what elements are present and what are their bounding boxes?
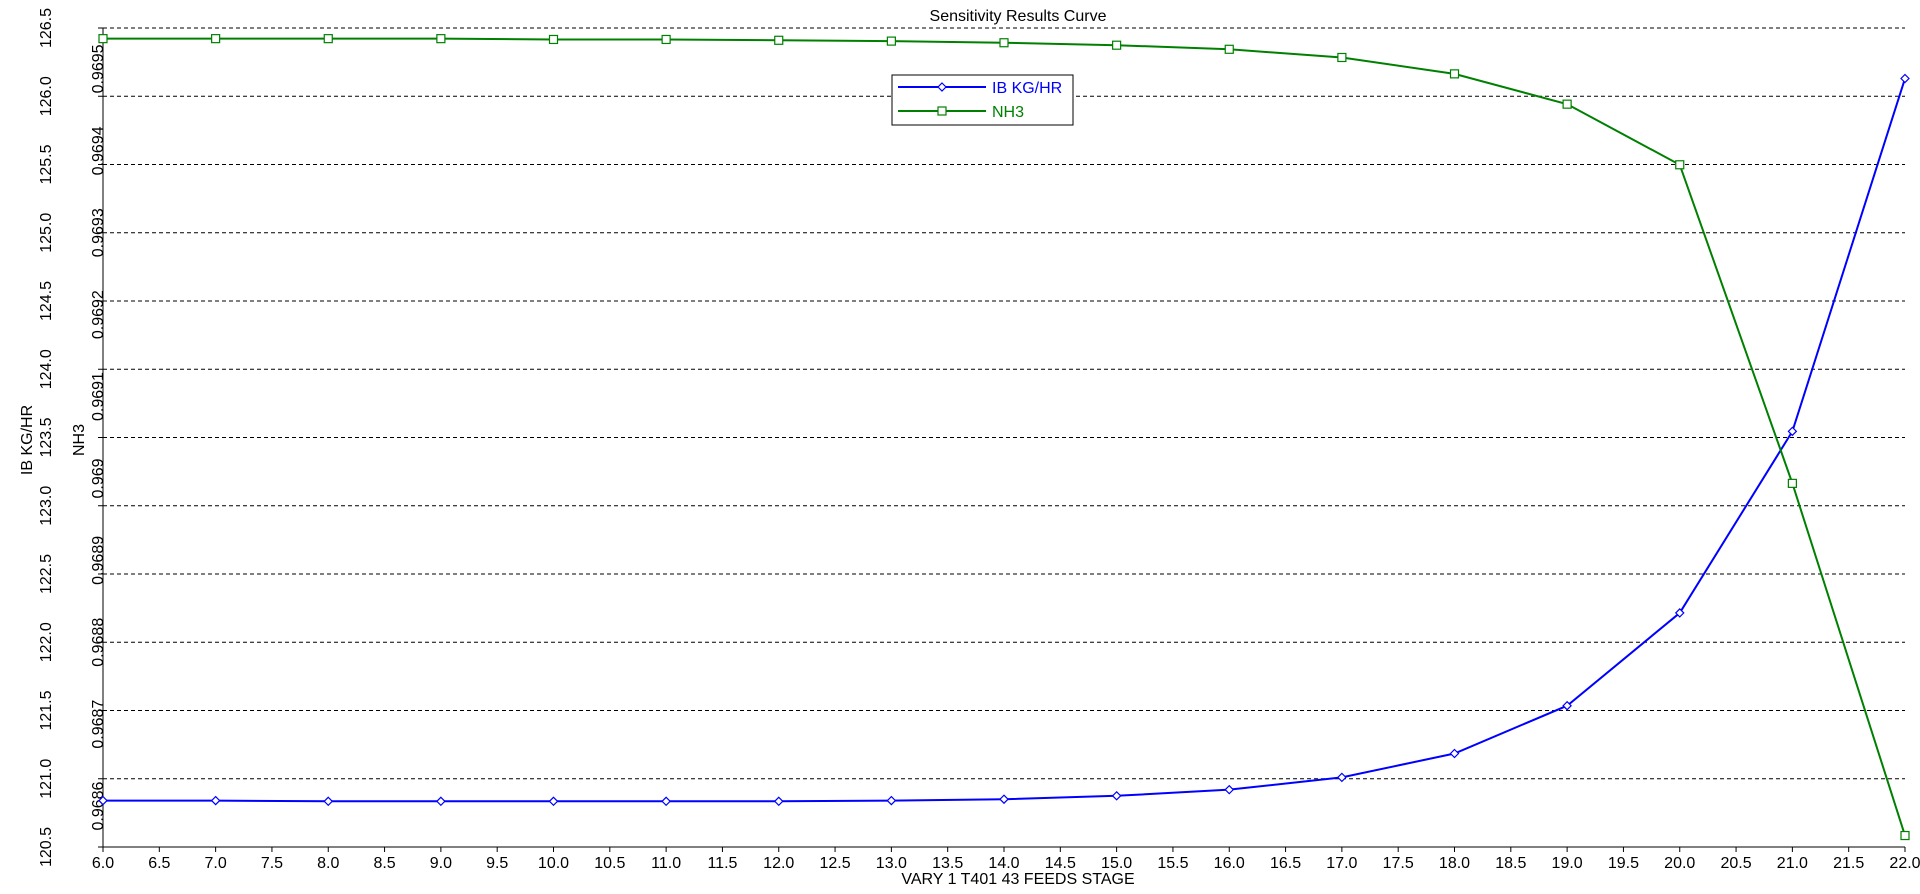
x-tick-label: 21.5 <box>1833 855 1864 872</box>
data-point-nh3 <box>661 34 671 45</box>
x-tick-label: 13.5 <box>932 855 963 872</box>
x-tick-label: 17.0 <box>1326 855 1357 872</box>
legend: IB KG/HR NH3 <box>891 74 1074 126</box>
x-tick-label: 6.5 <box>148 855 170 872</box>
y-right-tick-label: 0.969 <box>90 458 107 498</box>
y-right-tick-label: 0.9687 <box>90 700 107 749</box>
data-point-nh3 <box>774 35 784 45</box>
data-point-nh3 <box>1337 52 1347 63</box>
data-point-nh3 <box>886 36 896 46</box>
x-tick-label: 12.0 <box>763 855 794 872</box>
data-point-nh3 <box>1787 478 1797 488</box>
x-axis-label: VARY 1 T401 43 FEEDS STAGE <box>901 871 1134 888</box>
x-tick-label: 15.5 <box>1157 855 1188 872</box>
chart-title: Sensitivity Results Curve <box>930 8 1107 25</box>
x-tick-label: 14.0 <box>988 855 1019 872</box>
data-point-nh3 <box>98 34 108 44</box>
x-tick-label: 7.5 <box>261 855 283 872</box>
data-point-nh3 <box>1112 40 1122 50</box>
y-left-tick-label: 122.5 <box>38 554 55 594</box>
y-left-tick-label: 124.5 <box>38 281 55 321</box>
x-tick-label: 20.5 <box>1720 855 1751 872</box>
x-tick-label: 19.5 <box>1608 855 1639 872</box>
data-point-nh3 <box>1900 830 1910 841</box>
sensitivity-chart: 120.5 121.0 121.5 122.0 122.5 123.0 123.5 124.0… <box>0 0 1920 889</box>
x-tick-label: 10.5 <box>594 855 625 872</box>
data-point-nh3 <box>999 38 1009 48</box>
y-right-tick-label: 0.9692 <box>90 290 107 339</box>
y-left-tick-label: 123.0 <box>38 486 55 526</box>
x-tick-label: 20.0 <box>1664 855 1695 872</box>
x-tick-label: 14.5 <box>1045 855 1076 872</box>
y-left-tick-label: 125.5 <box>38 144 55 184</box>
x-tick-label: 8.0 <box>317 855 339 872</box>
legend-ib-label: IB KG/HR <box>992 80 1062 97</box>
x-tick-label: 17.5 <box>1383 855 1414 872</box>
data-point-nh3 <box>1449 69 1460 79</box>
y-left-tick-label: 126.5 <box>38 8 55 48</box>
x-tick-label: 6.0 <box>92 855 114 872</box>
y-left-tick-label: 121.0 <box>38 759 55 799</box>
x-tick-label: 18.5 <box>1495 855 1526 872</box>
legend-nh3-marker <box>937 106 947 116</box>
y-left-tick-label: 120.5 <box>38 827 55 867</box>
x-tick-label: 16.0 <box>1214 855 1245 872</box>
y-right-tick-label: 0.9688 <box>90 618 107 667</box>
data-point-nh3 <box>211 34 221 44</box>
data-point-nh3 <box>548 34 559 45</box>
y-right-tick-label: 0.9691 <box>90 372 107 421</box>
data-point-nh3 <box>323 34 333 44</box>
y-axis-label-left: IB KG/HR <box>19 405 36 475</box>
x-tick-label: 22.0 <box>1889 855 1920 872</box>
y-right-tick-label: 0.9695 <box>90 44 107 93</box>
x-tick-label: 10.0 <box>538 855 569 872</box>
y-left-tick-label: 123.5 <box>38 417 55 457</box>
data-point-nh3 <box>1562 99 1572 109</box>
x-tick-label: 13.0 <box>876 855 907 872</box>
y-left-tick-label: 122.0 <box>38 622 55 662</box>
chart-background <box>0 0 1920 889</box>
y-left-tick-label: 125.0 <box>38 213 55 253</box>
x-tick-label: 7.0 <box>205 855 227 872</box>
data-point-nh3 <box>436 34 446 44</box>
x-tick-label: 12.5 <box>819 855 850 872</box>
y-right-tick-label: 0.9694 <box>90 126 107 175</box>
data-point-nh3 <box>1675 160 1685 170</box>
y-left-tick-label: 126.0 <box>38 76 55 116</box>
x-tick-label: 21.0 <box>1777 855 1808 872</box>
y-left-tick-label: 124.0 <box>38 349 55 389</box>
x-tick-label: 11.0 <box>651 855 681 872</box>
x-tick-label: 16.5 <box>1270 855 1301 872</box>
x-tick-label: 9.5 <box>486 855 508 872</box>
data-point-nh3 <box>1224 44 1234 54</box>
y-right-tick-label: 0.9689 <box>90 536 107 585</box>
y-right-tick-label: 0.9686 <box>90 781 107 830</box>
legend-nh3-label: NH3 <box>992 104 1024 121</box>
y-left-tick-label: 121.5 <box>38 690 55 730</box>
x-tick-label: 18.0 <box>1439 855 1470 872</box>
y-right-tick-label: 0.9693 <box>90 208 107 257</box>
x-tick-label: 9.0 <box>430 855 452 872</box>
chart-svg: 120.5 121.0 121.5 122.0 122.5 123.0 123.5 124.0… <box>0 0 1920 889</box>
x-tick-label: 15.0 <box>1101 855 1132 872</box>
y-axis-label-right: NH3 <box>71 424 88 456</box>
x-tick-label: 8.5 <box>373 855 395 872</box>
x-tick-label: 11.5 <box>707 855 737 872</box>
x-tick-label: 19.0 <box>1552 855 1583 872</box>
